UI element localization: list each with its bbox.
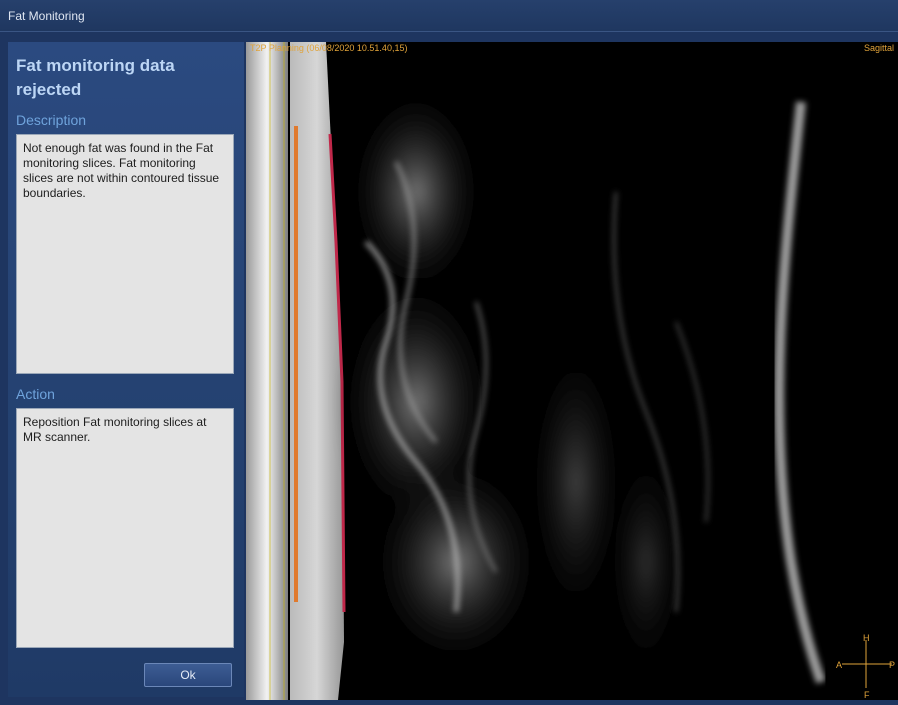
compass-p: P <box>889 660 895 670</box>
series-label: T2P Planning (06/08/2020 10.51.40,15) <box>250 43 408 53</box>
window-title: Fat Monitoring <box>0 0 898 32</box>
message-panel: Fat monitoring data rejected Description… <box>8 42 244 697</box>
compass-f: F <box>864 690 870 700</box>
skin-edge-band <box>246 42 288 700</box>
fat-monitoring-window: Fat Monitoring Fat monitoring data rejec… <box>0 0 898 705</box>
compass-h: H <box>863 633 870 643</box>
description-label: Description <box>16 112 87 128</box>
compass-a: A <box>836 660 842 670</box>
description-textbox[interactable]: Not enough fat was found in the Fat moni… <box>16 134 234 374</box>
action-label: Action <box>16 386 55 402</box>
mr-sagittal-image: H F A P <box>246 42 898 700</box>
orientation-label: Sagittal <box>863 43 894 53</box>
message-heading: Fat monitoring data rejected <box>16 56 175 99</box>
action-textbox[interactable]: Reposition Fat monitoring slices at MR s… <box>16 408 234 648</box>
mr-image-viewer[interactable]: H F A P T2P Planning (06/08/2020 10.51.4… <box>246 42 898 700</box>
ok-button[interactable]: Ok <box>144 663 232 687</box>
